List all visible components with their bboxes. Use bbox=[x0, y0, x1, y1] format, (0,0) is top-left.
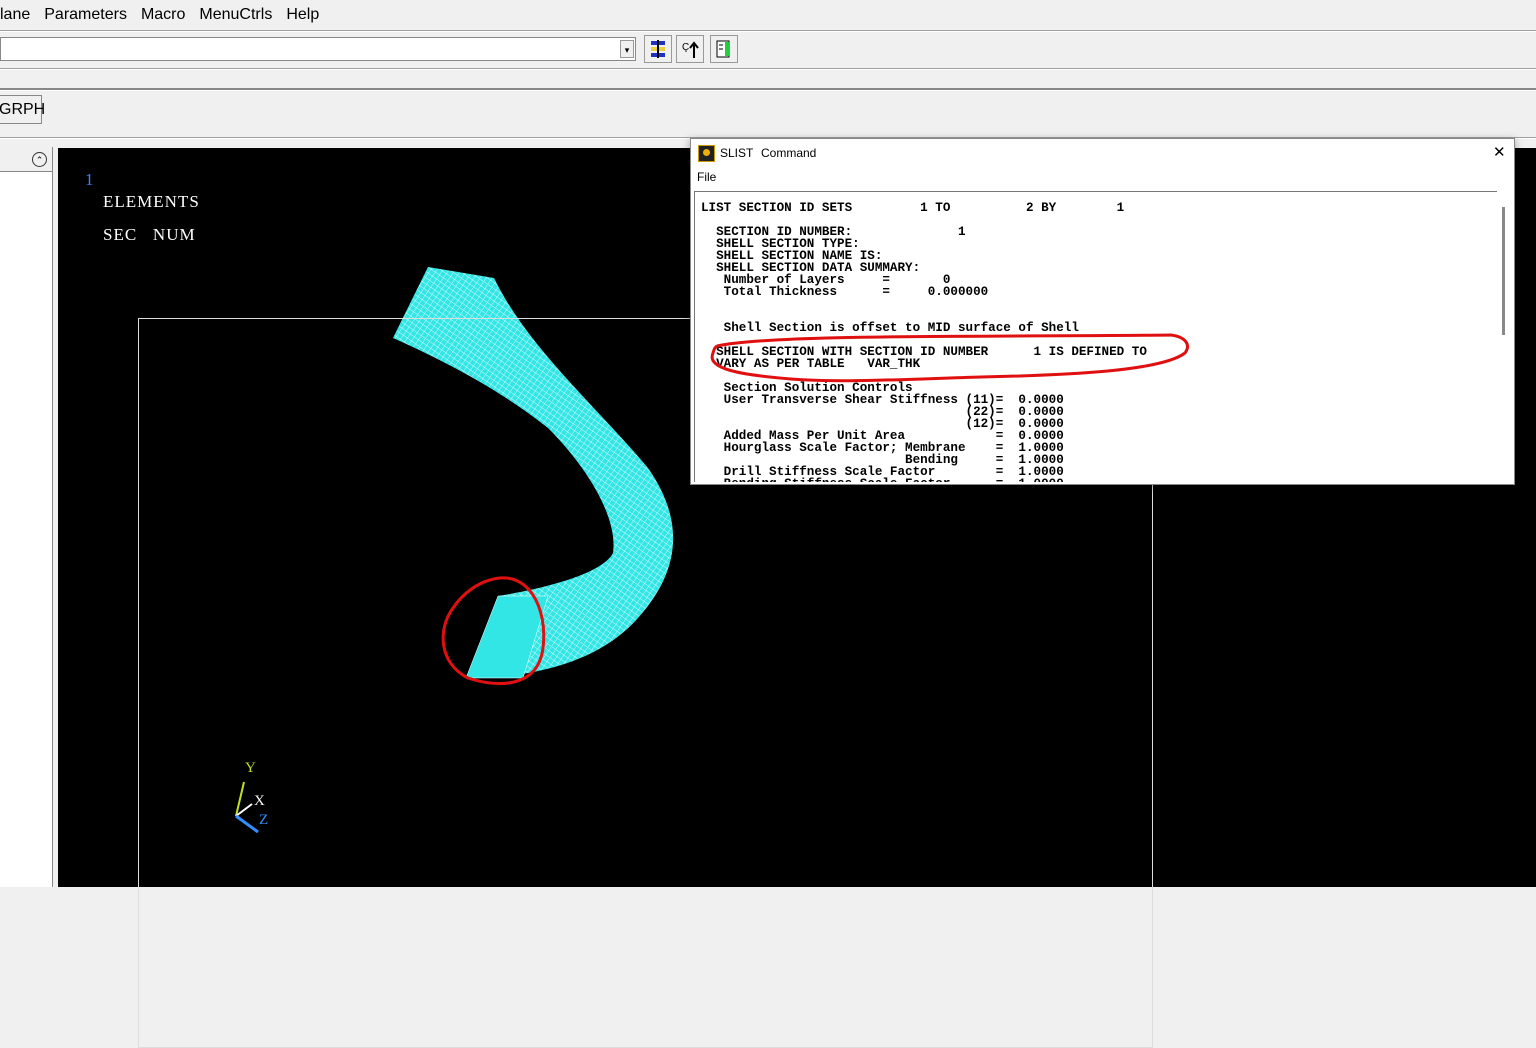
listing-line: LIST SECTION ID SETS 1 TO 2 BY 1 bbox=[701, 201, 1125, 215]
vertical-scrollbar[interactable] bbox=[1497, 191, 1511, 481]
close-icon[interactable]: ✕ bbox=[1493, 139, 1506, 167]
command-input[interactable]: ▾ bbox=[0, 37, 636, 61]
dropdown-arrow-icon[interactable]: ▾ bbox=[620, 40, 634, 58]
scrollbar-thumb[interactable] bbox=[1502, 207, 1505, 335]
menu-bar: lane Parameters Macro MenuCtrls Help bbox=[0, 0, 1536, 30]
ansys-app-icon bbox=[698, 145, 715, 162]
menu-parameters[interactable]: Parameters bbox=[44, 6, 127, 24]
divider bbox=[0, 88, 1536, 91]
window-subtitle: Command bbox=[761, 146, 817, 160]
reset-picking-icon: Ç bbox=[682, 41, 699, 58]
contact-manager-icon bbox=[716, 40, 730, 58]
left-panel-header: ⌃ bbox=[0, 147, 52, 172]
raise-hidden-icon bbox=[651, 40, 665, 58]
listing-line: Shell Section is offset to MID surface o… bbox=[701, 321, 1079, 335]
listing-line bbox=[701, 298, 1498, 310]
left-panel: ⌃ bbox=[0, 147, 53, 887]
window-title: SLIST bbox=[720, 146, 754, 160]
menu-macro[interactable]: Macro bbox=[141, 6, 185, 24]
window-menu: File bbox=[691, 167, 1514, 187]
slist-window: SLIST Command ✕ File LIST SECTION ID SET… bbox=[690, 138, 1515, 485]
menu-menuctrls[interactable]: MenuCtrls bbox=[199, 6, 272, 24]
contact-manager-button[interactable] bbox=[710, 35, 738, 63]
raise-hidden-button[interactable] bbox=[644, 35, 672, 63]
triad-x-label: X bbox=[254, 793, 266, 809]
listing-line: VARY AS PER TABLE VAR_THK bbox=[701, 357, 921, 371]
divider bbox=[0, 30, 1536, 32]
menu-help[interactable]: Help bbox=[286, 6, 319, 24]
divider bbox=[0, 68, 1536, 70]
listing-text[interactable]: LIST SECTION ID SETS 1 TO 2 BY 1 SECTION… bbox=[694, 191, 1498, 482]
menu-plane[interactable]: lane bbox=[0, 6, 30, 24]
menu-file[interactable]: File bbox=[697, 167, 716, 187]
collapse-icon[interactable]: ⌃ bbox=[32, 152, 47, 167]
grph-button[interactable]: GRPH bbox=[0, 95, 45, 124]
listing-line: Bending Stiffness Scale Factor = 1.0000 bbox=[701, 478, 1498, 482]
plot-label-elements: ELEMENTS bbox=[103, 192, 200, 211]
listing-lines: LIST SECTION ID SETS 1 TO 2 BY 1 SECTION… bbox=[695, 192, 1498, 482]
title-bar[interactable]: SLIST Command ✕ bbox=[691, 139, 1514, 167]
triad-y-label: Y bbox=[245, 760, 257, 776]
triad-z-label: Z bbox=[259, 812, 270, 828]
plot-label-sec-num: SEC NUM bbox=[103, 225, 196, 244]
listing-line: Total Thickness = 0.000000 bbox=[701, 285, 989, 299]
svg-text:Ç: Ç bbox=[682, 42, 689, 53]
reset-picking-button[interactable]: Ç bbox=[676, 35, 704, 63]
window-number: 1 bbox=[85, 170, 95, 189]
